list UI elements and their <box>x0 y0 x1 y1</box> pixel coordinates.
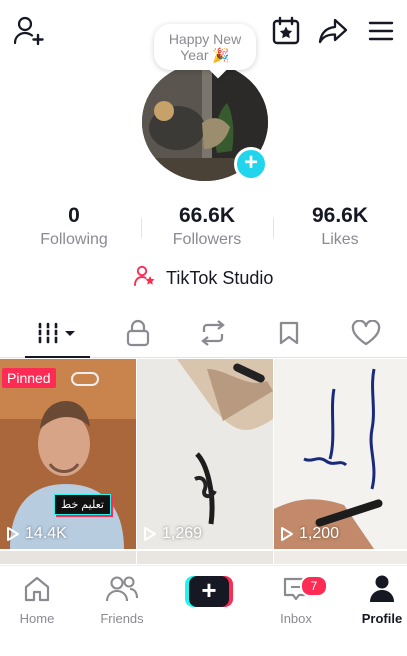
stat-followers[interactable]: 66.6K Followers <box>142 203 272 251</box>
tab-favorites[interactable] <box>259 312 319 358</box>
view-count-text: 1,269 <box>162 525 203 542</box>
video-thumbnail-image <box>137 359 273 549</box>
nav-friends-label: Friends <box>100 611 144 626</box>
tab-reposts[interactable] <box>183 312 243 358</box>
nav-create[interactable]: + <box>169 574 249 608</box>
stat-following[interactable]: 0 Following <box>9 203 139 251</box>
likes-count: 96.6K <box>311 204 369 227</box>
view-count: 1,200 <box>280 525 339 543</box>
create-button: + <box>185 575 233 607</box>
video-thumbnail[interactable]: 1,200 <box>274 359 407 549</box>
video-grid: Pinned تعليم خط 14.4K 1,269 1,200 <box>0 359 407 564</box>
tab-videos[interactable] <box>28 312 88 358</box>
video-thumbnail-partial[interactable] <box>0 551 136 564</box>
view-count: 1,269 <box>143 525 202 543</box>
stat-likes[interactable]: 96.6K Likes <box>275 203 405 251</box>
share-arrow-icon[interactable] <box>318 17 348 45</box>
person-star-icon <box>133 265 156 292</box>
nav-home-label: Home <box>19 611 55 626</box>
view-count-text: 1,200 <box>299 525 340 542</box>
profile-icon <box>368 574 396 609</box>
hamburger-menu-icon[interactable] <box>368 20 394 42</box>
inbox-badge: 7 <box>300 575 328 597</box>
add-avatar-button[interactable]: + <box>234 147 268 181</box>
followers-label: Followers <box>172 231 242 248</box>
nav-friends[interactable]: Friends <box>82 574 162 627</box>
friends-icon <box>105 574 139 609</box>
active-tab-indicator <box>25 356 90 358</box>
following-label: Following <box>40 231 108 248</box>
calendar-star-icon[interactable] <box>271 16 301 46</box>
following-count: 0 <box>68 204 80 227</box>
view-count-text: 14.4K <box>25 525 67 542</box>
greeting-text: Happy New Year 🎉 <box>168 31 242 63</box>
repost-icon <box>198 319 228 351</box>
video-thumbnail-image <box>274 359 407 549</box>
person-plus-icon[interactable] <box>14 16 46 46</box>
likes-label: Likes <box>321 231 359 248</box>
tab-private[interactable] <box>108 312 168 358</box>
video-thumbnail[interactable]: 1,269 <box>137 359 273 549</box>
bookmark-icon <box>278 320 300 351</box>
view-count: 14.4K <box>6 525 67 543</box>
play-icon <box>144 527 156 541</box>
play-icon <box>281 527 293 541</box>
tiktok-studio-link[interactable]: TikTok Studio <box>0 265 407 291</box>
profile-stats: 0 Following 66.6K Followers 96.6K Likes <box>0 203 407 253</box>
greeting-bubble: Happy New Year 🎉 <box>154 24 256 70</box>
nav-inbox-label: Inbox <box>280 611 312 626</box>
play-icon <box>7 527 19 541</box>
tiktok-studio-label: TikTok Studio <box>166 268 274 288</box>
video-thumbnail[interactable]: Pinned تعليم خط 14.4K <box>0 359 136 549</box>
lock-icon <box>125 319 151 352</box>
profile-avatar[interactable]: + <box>142 63 268 181</box>
pinned-badge: Pinned <box>2 368 56 388</box>
nav-profile-label: Profile <box>361 611 403 626</box>
video-thumbnail-partial[interactable] <box>274 551 407 564</box>
nav-profile[interactable]: Profile <box>342 574 407 627</box>
nav-home[interactable]: Home <box>0 574 77 627</box>
nav-inbox[interactable]: 7 Inbox <box>256 574 336 627</box>
plus-icon: + <box>189 575 229 607</box>
video-thumbnail-partial[interactable] <box>137 551 273 564</box>
bottom-nav: Home Friends + 7 Inbox Profile <box>0 565 407 656</box>
followers-count: 66.6K <box>178 204 236 227</box>
stats-divider <box>273 218 274 238</box>
video-caption: تعليم خط <box>54 494 111 515</box>
heart-icon <box>351 319 381 351</box>
grid-videos-icon <box>36 321 80 350</box>
home-icon <box>22 574 52 609</box>
tab-liked[interactable] <box>336 312 396 358</box>
content-tabs <box>0 312 407 358</box>
